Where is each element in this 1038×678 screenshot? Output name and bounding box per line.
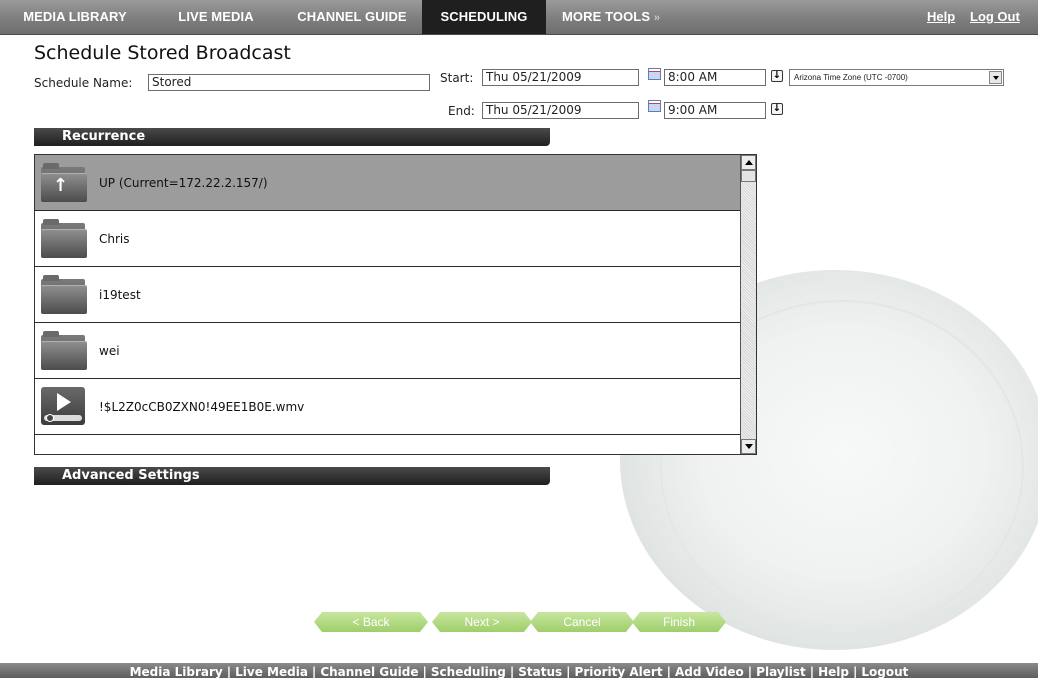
start-date-input[interactable]: Thu 05/21/2009: [482, 69, 639, 86]
start-time-spinner-icon[interactable]: ↓: [771, 70, 783, 82]
list-item[interactable]: wei: [35, 323, 741, 379]
logout-link[interactable]: Log Out: [970, 0, 1020, 34]
file-name: !$L2Z0cCB0ZXN0!49EE1B0E.wmv: [99, 400, 305, 414]
file-browser-list[interactable]: ↑ UP (Current=172.22.2.157/) Chris i19te…: [34, 154, 757, 455]
footer-link-add-video[interactable]: Add Video: [675, 665, 744, 678]
chevron-down-icon: »: [653, 12, 661, 24]
list-item-up[interactable]: ↑ UP (Current=172.22.2.157/): [35, 155, 741, 211]
next-button[interactable]: Next >: [432, 612, 532, 632]
page-title: Schedule Stored Broadcast: [34, 42, 291, 64]
tab-live-media[interactable]: LIVE MEDIA: [150, 0, 282, 34]
folder-icon: [41, 275, 89, 315]
file-name: i19test: [99, 288, 141, 302]
scroll-up-icon[interactable]: [741, 155, 756, 170]
footer-link-playlist[interactable]: Playlist: [756, 665, 806, 678]
start-time-input[interactable]: 8:00 AM: [664, 69, 766, 86]
cancel-button[interactable]: Cancel: [530, 612, 634, 632]
timezone-value: Arizona Time Zone (UTC -0700): [794, 73, 908, 82]
list-item[interactable]: !$L2Z0cCB0ZXN0!49EE1B0E.wmv: [35, 379, 741, 435]
list-item[interactable]: i19test: [35, 267, 741, 323]
folder-icon: [41, 219, 89, 259]
footer-link-scheduling[interactable]: Scheduling: [431, 665, 506, 678]
vertical-scrollbar[interactable]: [740, 155, 756, 454]
footer-link-logout[interactable]: Logout: [861, 665, 908, 678]
footer-link-status[interactable]: Status: [518, 665, 562, 678]
end-date-input[interactable]: Thu 05/21/2009: [482, 102, 639, 119]
footer-links: Media Library | Live Media | Channel Guide | S…: [129, 665, 909, 678]
footer-link-live-media[interactable]: Live Media: [235, 665, 308, 678]
top-nav-bar: MEDIA LIBRARY LIVE MEDIA CHANNEL GUIDE S…: [0, 0, 1038, 35]
scroll-down-icon[interactable]: [741, 439, 756, 454]
advanced-settings-section-header[interactable]: Advanced Settings: [34, 467, 550, 485]
footer-link-channel-guide[interactable]: Channel Guide: [320, 665, 418, 678]
calendar-icon[interactable]: [648, 100, 661, 112]
recurrence-section-header[interactable]: Recurrence: [34, 128, 550, 146]
back-button[interactable]: < Back: [314, 612, 428, 632]
end-label: End:: [448, 104, 475, 118]
chevron-down-icon[interactable]: [989, 71, 1002, 84]
folder-icon: [41, 331, 89, 371]
tab-media-library[interactable]: MEDIA LIBRARY: [0, 0, 150, 34]
help-link[interactable]: Help: [927, 0, 955, 34]
start-label: Start:: [440, 71, 474, 85]
footer-link-help[interactable]: Help: [818, 665, 849, 678]
schedule-name-label: Schedule Name:: [34, 76, 133, 90]
timezone-select[interactable]: Arizona Time Zone (UTC -0700): [789, 69, 1004, 86]
footer-link-priority-alert[interactable]: Priority Alert: [575, 665, 663, 678]
video-file-icon: [41, 387, 89, 427]
schedule-name-input[interactable]: Stored: [148, 74, 430, 91]
finish-button[interactable]: Finish: [632, 612, 726, 632]
tab-channel-guide[interactable]: CHANNEL GUIDE: [282, 0, 422, 34]
scrollbar-thumb[interactable]: [741, 170, 756, 182]
tab-scheduling[interactable]: SCHEDULING: [422, 0, 546, 34]
end-time-input[interactable]: 9:00 AM: [664, 102, 766, 119]
footer-bar: Media Library | Live Media | Channel Guide | S…: [0, 663, 1038, 678]
calendar-icon[interactable]: [648, 68, 661, 80]
end-time-spinner-icon[interactable]: ↓: [771, 103, 783, 115]
list-item[interactable]: Chris: [35, 211, 741, 267]
tab-more-tools-label: MORE TOOLS: [561, 9, 651, 24]
folder-up-icon: ↑: [41, 163, 89, 203]
file-name: wei: [99, 344, 120, 358]
list-item-partial: [35, 435, 741, 454]
file-name: Chris: [99, 232, 130, 246]
tab-more-tools[interactable]: MORE TOOLS »: [546, 0, 676, 34]
file-name: UP (Current=172.22.2.157/): [99, 176, 268, 190]
footer-link-media-library[interactable]: Media Library: [130, 665, 223, 678]
